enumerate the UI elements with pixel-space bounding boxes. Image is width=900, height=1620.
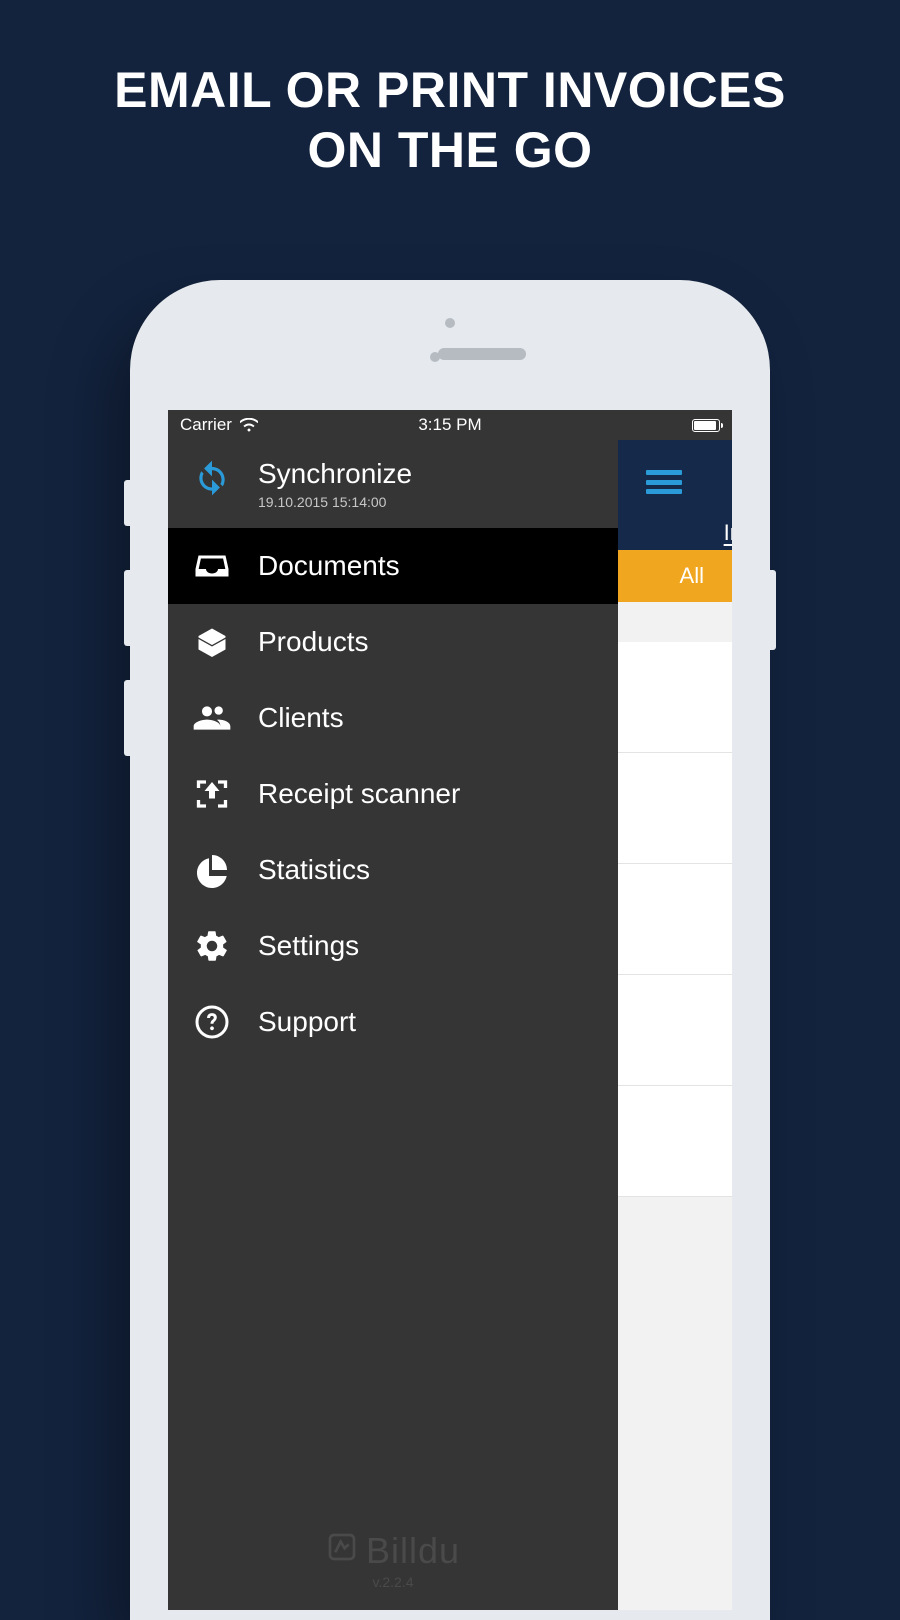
status-time: 3:15 PM	[418, 415, 481, 435]
speaker-bar	[438, 348, 526, 360]
nav-item-label: Synchronize	[258, 458, 412, 490]
nav-item-settings[interactable]: Settings	[168, 908, 618, 984]
gear-icon	[192, 926, 232, 966]
nav-item-label: Settings	[258, 930, 359, 962]
nav-item-products[interactable]: Products	[168, 604, 618, 680]
people-icon	[192, 698, 232, 738]
app-branding: Billdu v.2.2.4	[326, 1530, 460, 1590]
wifi-icon	[240, 418, 258, 432]
box-icon	[192, 622, 232, 662]
battery-icon	[692, 419, 720, 432]
inbox-icon	[192, 546, 232, 586]
nav-item-label: Support	[258, 1006, 356, 1038]
help-icon	[192, 1002, 232, 1042]
scanner-icon	[192, 774, 232, 814]
sync-timestamp: 19.10.2015 15:14:00	[258, 494, 412, 510]
piechart-icon	[192, 850, 232, 890]
menu-button[interactable]	[646, 470, 682, 494]
nav-item-clients[interactable]: Clients	[168, 680, 618, 756]
nav-item-label: Clients	[258, 702, 344, 734]
filter-pill-label: All	[680, 563, 704, 589]
nav-item-label: Statistics	[258, 854, 370, 886]
nav-drawer: Synchronize 19.10.2015 15:14:00 Document…	[168, 440, 618, 1610]
promo-headline: EMAIL OR PRINT INVOICES ON THE GO	[0, 0, 900, 180]
nav-item-label: Receipt scanner	[258, 778, 460, 810]
nav-item-label: Products	[258, 626, 369, 658]
app-name-label: Billdu	[366, 1530, 460, 1572]
nav-item-label: Documents	[258, 550, 400, 582]
sync-icon	[192, 458, 232, 498]
mute-switch	[124, 480, 130, 526]
volume-up	[124, 570, 130, 646]
nav-item-support[interactable]: Support	[168, 984, 618, 1060]
status-bar: Carrier 3:15 PM	[168, 410, 732, 440]
app-version: v.2.2.4	[326, 1574, 460, 1590]
volume-down	[124, 680, 130, 756]
carrier-label: Carrier	[180, 415, 232, 435]
phone-frame: Carrier 3:15 PM In All TelePort 2015005	[130, 280, 770, 1620]
sensor-dot	[445, 318, 455, 328]
nav-item-statistics[interactable]: Statistics	[168, 832, 618, 908]
app-logo-icon	[326, 1530, 358, 1572]
header-tab-link[interactable]: In	[724, 520, 732, 546]
promo-headline-line2: ON THE GO	[0, 120, 900, 180]
promo-headline-line1: EMAIL OR PRINT INVOICES	[0, 60, 900, 120]
nav-item-documents[interactable]: Documents	[168, 528, 618, 604]
nav-item-receipt-scanner[interactable]: Receipt scanner	[168, 756, 618, 832]
power-button	[770, 570, 776, 650]
nav-item-synchronize[interactable]: Synchronize 19.10.2015 15:14:00	[168, 440, 618, 528]
screen: Carrier 3:15 PM In All TelePort 2015005	[168, 410, 732, 1610]
